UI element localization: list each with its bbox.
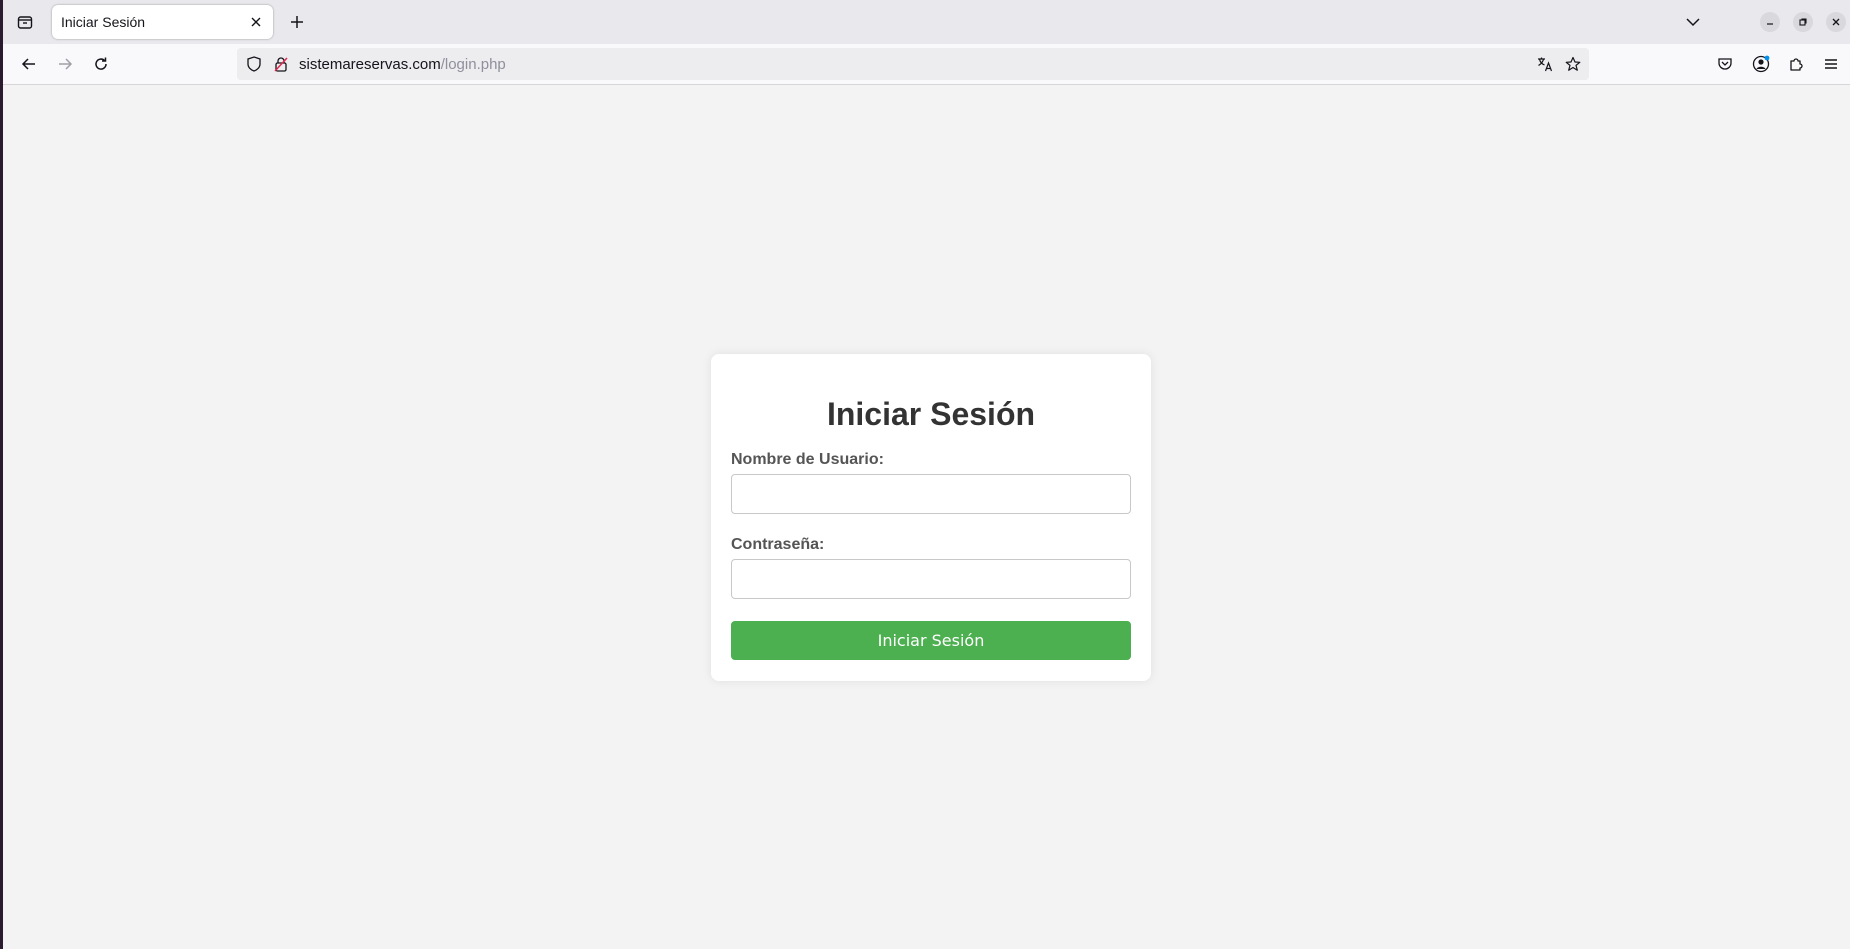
tab-list-icon[interactable] bbox=[13, 10, 37, 34]
login-heading: Iniciar Sesión bbox=[826, 396, 1036, 432]
username-label: Nombre de Usuario: bbox=[731, 451, 884, 468]
tab-strip: Iniciar Sesión bbox=[3, 0, 1850, 44]
chevron-down-icon[interactable] bbox=[1681, 10, 1705, 34]
login-card: Iniciar Sesión Nombre de Usuario: Contra… bbox=[711, 354, 1151, 681]
tab-close-icon[interactable] bbox=[247, 13, 265, 31]
translate-icon[interactable] bbox=[1535, 54, 1555, 74]
close-window-icon[interactable] bbox=[1826, 12, 1846, 32]
password-label: Contraseña: bbox=[731, 536, 825, 553]
navigation-bar: sistemareservas.com/login.php bbox=[3, 44, 1850, 85]
minimize-icon[interactable] bbox=[1760, 12, 1780, 32]
account-icon[interactable] bbox=[1749, 52, 1773, 76]
back-icon[interactable] bbox=[17, 52, 41, 76]
shield-icon[interactable] bbox=[244, 54, 264, 74]
address-bar[interactable]: sistemareservas.com/login.php bbox=[237, 48, 1589, 80]
url-domain: sistemareservas.com bbox=[299, 56, 441, 73]
reload-icon[interactable] bbox=[89, 52, 113, 76]
login-submit-button[interactable]: Iniciar Sesión bbox=[731, 621, 1131, 660]
username-input[interactable] bbox=[731, 474, 1131, 514]
tab-active[interactable]: Iniciar Sesión bbox=[52, 5, 273, 39]
password-input[interactable] bbox=[731, 559, 1131, 599]
bookmark-star-icon[interactable] bbox=[1563, 54, 1583, 74]
restore-icon[interactable] bbox=[1793, 12, 1813, 32]
extensions-icon[interactable] bbox=[1784, 52, 1808, 76]
page-content: Iniciar Sesión Nombre de Usuario: Contra… bbox=[3, 85, 1850, 949]
url-text[interactable]: sistemareservas.com/login.php bbox=[299, 56, 506, 73]
url-path: /login.php bbox=[440, 56, 506, 73]
browser-window: Iniciar Sesión sistemareservas.com/login… bbox=[0, 0, 1850, 949]
new-tab-icon[interactable] bbox=[285, 10, 309, 34]
menu-icon[interactable] bbox=[1819, 52, 1843, 76]
pocket-icon[interactable] bbox=[1713, 52, 1737, 76]
tab-title: Iniciar Sesión bbox=[61, 14, 146, 30]
insecure-lock-icon[interactable] bbox=[271, 54, 291, 74]
forward-icon[interactable] bbox=[53, 52, 77, 76]
